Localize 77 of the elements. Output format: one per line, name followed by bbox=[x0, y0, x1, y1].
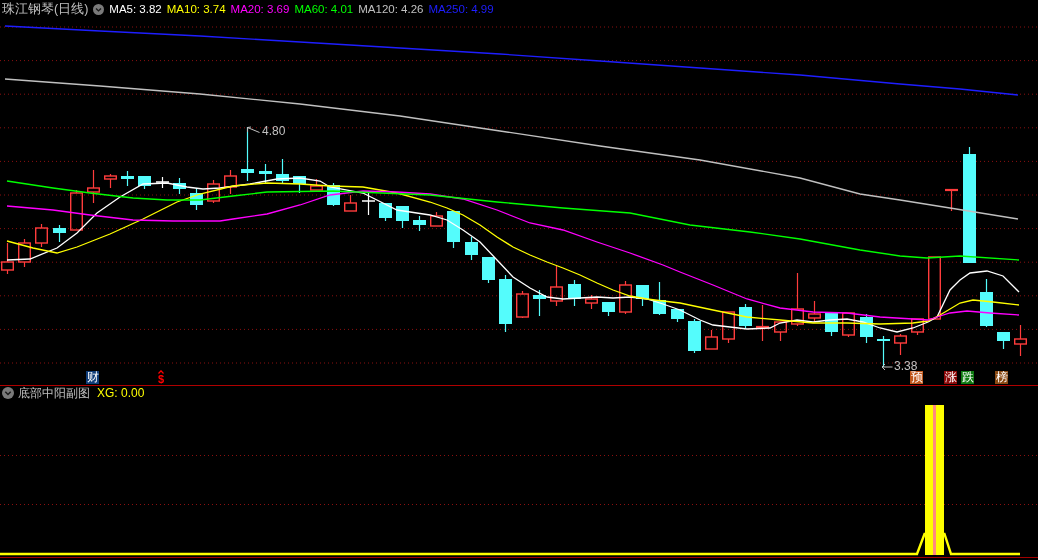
low-price-label: 3.38 bbox=[894, 361, 918, 372]
candlestick bbox=[860, 313, 873, 344]
moving-average-value: MA5: 3.82 bbox=[109, 2, 162, 17]
candlestick bbox=[980, 278, 993, 328]
candlestick bbox=[1014, 324, 1027, 357]
candlestick bbox=[533, 289, 546, 317]
moving-average-value: MA60: 4.01 bbox=[294, 2, 354, 17]
candlestick bbox=[1, 242, 14, 275]
candlestick bbox=[928, 256, 941, 320]
marker-badge[interactable]: 榜 bbox=[995, 371, 1008, 384]
candlestick bbox=[87, 169, 100, 204]
candlestick bbox=[997, 331, 1010, 350]
candlestick bbox=[499, 274, 512, 333]
marker-badge[interactable]: 跌 bbox=[961, 371, 974, 384]
arrow-icon bbox=[881, 362, 893, 371]
marker-badge[interactable]: 预 bbox=[910, 371, 923, 384]
candlestick bbox=[894, 333, 907, 356]
candlestick bbox=[602, 301, 615, 317]
candlestick bbox=[877, 335, 890, 368]
candlestick bbox=[911, 318, 924, 336]
candlestick bbox=[70, 189, 83, 231]
candlestick bbox=[293, 175, 306, 194]
candlestick bbox=[465, 236, 478, 261]
candlestick bbox=[808, 300, 821, 322]
candlestick bbox=[619, 280, 632, 315]
chevron-down-icon[interactable] bbox=[2, 387, 14, 399]
candlestick bbox=[138, 175, 151, 190]
candlestick bbox=[516, 290, 529, 319]
candlestick bbox=[791, 272, 804, 327]
candlestick bbox=[482, 256, 495, 284]
candlestick bbox=[585, 294, 598, 310]
candlestick bbox=[653, 281, 666, 316]
candlestick bbox=[413, 215, 426, 232]
chart-title: 珠江钢琴(日线) bbox=[2, 1, 89, 17]
marker-badge[interactable]: 涨 bbox=[944, 371, 957, 384]
candlestick bbox=[842, 312, 855, 338]
arrow-icon bbox=[246, 126, 260, 134]
candlestick bbox=[722, 311, 735, 344]
candlestick bbox=[379, 202, 392, 222]
indicator-title: 底部中阳副图 bbox=[18, 386, 90, 400]
candlestick bbox=[447, 210, 460, 249]
high-price-label: 4.80 bbox=[262, 125, 286, 138]
candlestick bbox=[945, 188, 958, 212]
marker-symbol[interactable]: $ bbox=[157, 374, 165, 384]
candlestick bbox=[671, 308, 684, 323]
candlestick bbox=[705, 329, 718, 350]
candlestick bbox=[756, 304, 769, 342]
candlestick bbox=[361, 192, 376, 216]
candlestick bbox=[53, 224, 66, 243]
candlestick bbox=[550, 265, 563, 307]
candlestick bbox=[173, 177, 186, 195]
moving-average-value: MA10: 3.74 bbox=[166, 2, 226, 17]
candlestick bbox=[190, 187, 203, 211]
chevron-down-icon[interactable] bbox=[93, 3, 105, 15]
caret-up-icon bbox=[158, 370, 164, 374]
moving-average-value: MA250: 4.99 bbox=[428, 2, 494, 17]
candlestick bbox=[35, 223, 48, 248]
candlestick bbox=[224, 169, 237, 195]
candlestick bbox=[310, 178, 323, 191]
candlestick bbox=[121, 170, 134, 187]
moving-average-value: MA20: 3.69 bbox=[230, 2, 290, 17]
candlestick bbox=[276, 158, 289, 184]
candlestick bbox=[104, 173, 117, 189]
candlestick bbox=[207, 179, 220, 204]
candlestick bbox=[774, 321, 787, 342]
candlestick bbox=[344, 194, 357, 212]
marker-badge[interactable]: 财 bbox=[86, 371, 99, 384]
candlestick bbox=[18, 238, 31, 268]
candlestick bbox=[739, 303, 752, 329]
candlestick bbox=[568, 279, 581, 307]
candlestick bbox=[688, 318, 701, 354]
candlestick bbox=[430, 211, 443, 227]
moving-average-value: MA120: 4.26 bbox=[358, 2, 424, 17]
candlestick bbox=[396, 205, 409, 229]
indicator-value: XG: 0.00 bbox=[97, 386, 145, 400]
candlestick bbox=[636, 284, 649, 307]
candlestick bbox=[155, 176, 170, 189]
